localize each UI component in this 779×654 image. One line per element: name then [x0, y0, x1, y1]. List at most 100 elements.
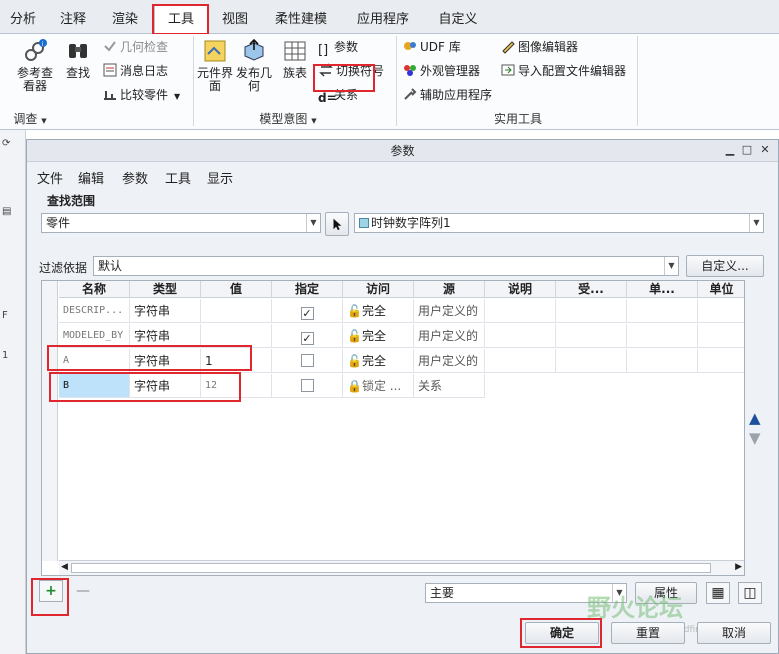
- family-table-button[interactable]: 族表: [278, 38, 312, 80]
- auxiliary-apps-button[interactable]: 辅助应用程序: [402, 85, 492, 105]
- image-editor-button[interactable]: 图像编辑器: [500, 37, 578, 57]
- split-view-icon[interactable]: ◫: [738, 582, 762, 604]
- udf-library-button[interactable]: UDF 库: [402, 37, 461, 57]
- cell-designated[interactable]: ✓: [272, 299, 343, 323]
- cell-name[interactable]: A: [59, 349, 130, 373]
- designated-checkbox[interactable]: ✓: [300, 307, 314, 320]
- cell-unit-quantity[interactable]: [627, 299, 698, 323]
- cell-unit-quantity[interactable]: [627, 349, 698, 373]
- horizontal-scrollbar[interactable]: ◀ ▶: [59, 560, 744, 575]
- column-header-designated[interactable]: 指定: [272, 281, 343, 298]
- column-header-access[interactable]: 访问: [343, 281, 414, 298]
- scroll-thumb[interactable]: [71, 563, 711, 573]
- main-select[interactable]: 主要 ▼: [425, 583, 627, 603]
- cell-type[interactable]: 字符串: [130, 324, 201, 348]
- switch-symbols-button[interactable]: 切换符号: [318, 61, 384, 81]
- component-interface-button[interactable]: 元件界面: [197, 38, 233, 93]
- tab-render[interactable]: 渲染: [102, 8, 148, 34]
- cancel-button[interactable]: 取消: [697, 622, 771, 644]
- column-header-name[interactable]: 名称: [59, 281, 130, 298]
- tab-tools[interactable]: 工具: [154, 5, 208, 35]
- menu-edit[interactable]: 编辑: [78, 168, 104, 187]
- cell-value[interactable]: [201, 299, 272, 323]
- ok-button[interactable]: 确定: [525, 622, 599, 644]
- cell-name[interactable]: B: [59, 374, 130, 398]
- cell-restricted[interactable]: [556, 299, 627, 323]
- column-header-type[interactable]: 类型: [130, 281, 201, 298]
- column-header-restricted[interactable]: 受...: [556, 281, 627, 298]
- model-viewer-button[interactable]: i 参考查看器: [12, 38, 58, 93]
- move-up-icon[interactable]: ▲: [749, 410, 765, 426]
- cell-type[interactable]: 字符串: [130, 349, 201, 373]
- menu-tools[interactable]: 工具: [165, 168, 191, 187]
- cell-designated[interactable]: [272, 374, 343, 398]
- add-parameter-button[interactable]: +: [39, 580, 63, 602]
- tab-view[interactable]: 视图: [212, 8, 258, 34]
- reset-button[interactable]: 重置: [611, 622, 685, 644]
- minimize-icon[interactable]: ▁: [723, 142, 737, 158]
- cell-access[interactable]: 🔓完全: [343, 349, 414, 373]
- cell-restricted[interactable]: [556, 324, 627, 348]
- table-view-icon[interactable]: ▦: [706, 582, 730, 604]
- maximize-icon[interactable]: □: [740, 142, 754, 158]
- import-config-editor-button[interactable]: 导入配置文件编辑器: [500, 61, 626, 81]
- customize-button[interactable]: 自定义...: [686, 255, 764, 277]
- find-button[interactable]: 查找: [62, 38, 94, 80]
- cell-name[interactable]: MODELED_BY: [59, 324, 130, 348]
- close-icon[interactable]: ✕: [758, 142, 772, 158]
- scroll-right-icon[interactable]: ▶: [735, 562, 742, 572]
- appearance-manager-button[interactable]: 外观管理器: [402, 61, 480, 81]
- filter-select[interactable]: 默认 ▼: [93, 256, 679, 276]
- model-intent-group-label[interactable]: 模型意图 ▼: [240, 110, 336, 128]
- designated-checkbox[interactable]: [300, 379, 314, 392]
- designated-checkbox[interactable]: ✓: [300, 332, 314, 345]
- column-header-unit-quantity[interactable]: 单...: [627, 281, 698, 298]
- cell-restricted[interactable]: [556, 349, 627, 373]
- cell-access[interactable]: 🔒锁定 ...: [343, 374, 414, 398]
- move-down-icon[interactable]: ▼: [749, 430, 765, 446]
- select-item-button[interactable]: [325, 212, 349, 236]
- look-in-item-select[interactable]: 时钟数字阵列1 ▼: [354, 213, 764, 233]
- menu-display[interactable]: 显示: [207, 168, 233, 187]
- column-header-value[interactable]: 值: [201, 281, 272, 298]
- scroll-left-icon[interactable]: ◀: [61, 562, 68, 572]
- cell-name[interactable]: DESCRIP...: [59, 299, 130, 323]
- cell-type[interactable]: 字符串: [130, 299, 201, 323]
- geometry-check-button[interactable]: 几何检查: [102, 37, 168, 57]
- cell-unit[interactable]: [698, 324, 744, 348]
- cell-designated[interactable]: ✓: [272, 324, 343, 348]
- cell-access[interactable]: 🔓完全: [343, 299, 414, 323]
- tab-customize[interactable]: 自定义: [426, 8, 490, 34]
- cell-description[interactable]: [485, 324, 556, 348]
- column-header-description[interactable]: 说明: [485, 281, 556, 298]
- publish-geometry-button[interactable]: 发布几何: [236, 38, 272, 93]
- cell-unit-quantity[interactable]: [627, 324, 698, 348]
- tab-flexible-modeling[interactable]: 柔性建模: [262, 8, 340, 34]
- cell-value[interactable]: 12: [201, 374, 272, 398]
- tab-annotate[interactable]: 注释: [50, 8, 96, 34]
- cell-unit[interactable]: [698, 349, 744, 373]
- tab-applications[interactable]: 应用程序: [344, 8, 422, 34]
- cell-value[interactable]: 1: [201, 349, 272, 373]
- cell-value[interactable]: [201, 324, 272, 348]
- message-log-button[interactable]: 消息日志: [102, 61, 168, 81]
- cell-access[interactable]: 🔓完全: [343, 324, 414, 348]
- compare-parts-button[interactable]: 比较零件 ▼: [102, 85, 180, 105]
- cell-unit[interactable]: [698, 299, 744, 323]
- tab-analysis[interactable]: 分析: [2, 8, 44, 34]
- cell-type[interactable]: 字符串: [130, 374, 201, 398]
- cell-designated[interactable]: [272, 349, 343, 373]
- column-header-unit[interactable]: 单位: [698, 281, 744, 298]
- investigate-group-label[interactable]: 调查 ▼: [4, 110, 56, 128]
- properties-button[interactable]: 属性: [635, 582, 697, 604]
- look-in-type-select[interactable]: 零件 ▼: [41, 213, 321, 233]
- relations-button[interactable]: d=关系: [318, 85, 358, 105]
- column-header-source[interactable]: 源: [414, 281, 485, 298]
- menu-parameters[interactable]: 参数: [122, 168, 148, 187]
- remove-parameter-button[interactable]: —: [71, 580, 95, 602]
- cell-description[interactable]: [485, 299, 556, 323]
- parameters-button[interactable]: [] 参数: [318, 37, 358, 58]
- menu-file[interactable]: 文件: [37, 168, 63, 187]
- cell-description[interactable]: [485, 349, 556, 373]
- designated-checkbox[interactable]: [300, 354, 314, 367]
